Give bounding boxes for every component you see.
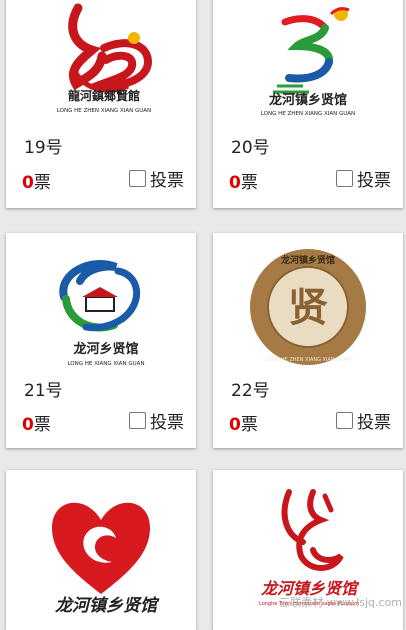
vote-count-unit: 票 bbox=[240, 415, 258, 435]
vote-checkbox[interactable] bbox=[129, 170, 146, 187]
vote-button-20[interactable]: 投票 bbox=[336, 166, 391, 191]
vote-count-21: 0票 bbox=[22, 410, 51, 435]
vote-count-value: 0 bbox=[229, 415, 241, 435]
logo-image-22: 贤 龙河镇乡贤馆 LONG HE ZHEN XIANG XIAN GUAN bbox=[250, 249, 366, 365]
logo-glyph-22: 贤 bbox=[288, 284, 328, 331]
logo-subtitle-21: LONG HE XIANG XIAN GUAN bbox=[67, 361, 144, 367]
vote-button-19[interactable]: 投票 bbox=[129, 166, 184, 191]
vote-count-value: 0 bbox=[22, 415, 34, 435]
logo-title-21: 龙河乡贤馆 bbox=[73, 341, 138, 357]
logo-image-20: 龙河镇乡贤馆 LONG HE ZHEN XIANG XIAN GUAN bbox=[261, 7, 355, 117]
entry-card-23[interactable]: 龙河镇乡贤馆 bbox=[6, 470, 196, 630]
entry-card-19[interactable]: 龍河鎮鄉賢館 LONG HE ZHEN XIANG XIAN GUAN 19号 … bbox=[6, 0, 196, 208]
vote-label: 投票 bbox=[150, 171, 184, 191]
logo-image-23: 龙河镇乡贤馆 bbox=[52, 502, 160, 616]
entry-number-19: 19号 bbox=[24, 138, 63, 158]
vote-label: 投票 bbox=[357, 171, 391, 191]
vote-label: 投票 bbox=[357, 413, 391, 433]
vote-count-value: 0 bbox=[229, 173, 241, 193]
vote-label: 投票 bbox=[150, 413, 184, 433]
vote-checkbox[interactable] bbox=[336, 412, 353, 429]
logo-image-21: 龙河乡贤馆 LONG HE XIANG XIAN GUAN bbox=[59, 259, 145, 367]
entry-number-21: 21号 bbox=[24, 381, 63, 401]
vote-checkbox[interactable] bbox=[336, 170, 353, 187]
logo-title-19: 龍河鎮鄉賢館 bbox=[68, 88, 140, 103]
logo-title-22: 龙河镇乡贤馆 bbox=[280, 254, 335, 266]
entry-number-22: 22号 bbox=[231, 381, 270, 401]
entry-number-20: 20号 bbox=[231, 138, 270, 158]
logo-subtitle-19: LONG HE ZHEN XIANG XIAN GUAN bbox=[57, 108, 151, 114]
logo-image-19: 龍河鎮鄉賢館 LONG HE ZHEN XIANG XIAN GUAN bbox=[57, 3, 153, 114]
logo-title-23: 龙河镇乡贤馆 bbox=[55, 596, 160, 616]
logo-subtitle-20: LONG HE ZHEN XIANG XIAN GUAN bbox=[261, 111, 355, 117]
entry-card-22[interactable]: 贤 龙河镇乡贤馆 LONG HE ZHEN XIANG XIAN GUAN 22… bbox=[213, 233, 403, 448]
logo-title-20: 龙河镇乡贤馆 bbox=[269, 92, 347, 108]
vote-count-20: 0票 bbox=[229, 168, 258, 193]
vote-count-22: 0票 bbox=[229, 410, 258, 435]
entry-card-20[interactable]: 龙河镇乡贤馆 LONG HE ZHEN XIANG XIAN GUAN 20号 … bbox=[213, 0, 403, 208]
vote-count-unit: 票 bbox=[33, 415, 51, 435]
logo-subtitle-22: LONG HE ZHEN XIANG XIAN GUAN bbox=[265, 357, 351, 363]
vote-checkbox[interactable] bbox=[129, 412, 146, 429]
vote-count-unit: 票 bbox=[33, 173, 51, 193]
entry-card-21[interactable]: 龙河乡贤馆 LONG HE XIANG XIAN GUAN 21号 0票 投票 bbox=[6, 233, 196, 448]
vote-button-21[interactable]: 投票 bbox=[129, 408, 184, 433]
vote-count-19: 0票 bbox=[22, 168, 51, 193]
watermark: 三联素材 www.lsjq.com bbox=[279, 596, 402, 609]
vote-button-22[interactable]: 投票 bbox=[336, 408, 391, 433]
vote-count-value: 0 bbox=[22, 173, 34, 193]
vote-count-unit: 票 bbox=[240, 173, 258, 193]
